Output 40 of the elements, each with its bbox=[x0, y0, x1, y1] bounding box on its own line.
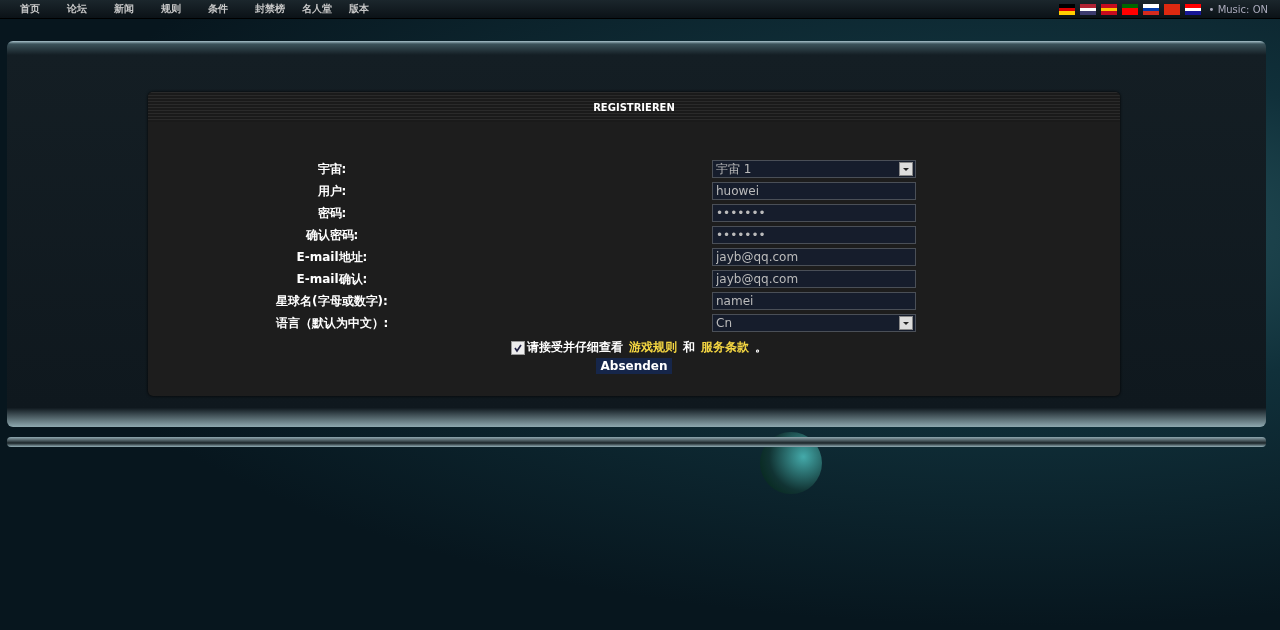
flag-icon[interactable] bbox=[1100, 3, 1117, 15]
field-label: 确认密码: bbox=[304, 226, 360, 244]
terms-link[interactable]: 服务条款 bbox=[701, 339, 749, 356]
input-field[interactable]: jayb@qq.com bbox=[712, 248, 916, 266]
nav-link[interactable]: 论坛 bbox=[67, 2, 114, 16]
flag-icon[interactable] bbox=[1184, 3, 1201, 15]
dropdown[interactable]: 宇宙 1 bbox=[712, 160, 916, 178]
nav-link[interactable]: 规则 bbox=[161, 2, 208, 16]
flag-icon[interactable] bbox=[1058, 3, 1075, 15]
field-label: 密码: bbox=[316, 204, 348, 222]
input-field[interactable]: huowei bbox=[712, 182, 916, 200]
terms-text: 。 bbox=[755, 339, 767, 356]
form-title: REGISTRIEREN bbox=[593, 101, 675, 113]
nav-link[interactable]: 封禁榜 bbox=[255, 2, 302, 16]
nav-link[interactable]: 首页 bbox=[20, 2, 67, 16]
terms-checkbox[interactable] bbox=[511, 340, 525, 355]
nav-link[interactable]: 版本 bbox=[349, 2, 396, 16]
field-label: 星球名(字母或数字): bbox=[275, 292, 389, 310]
field-label: 宇宙: bbox=[316, 160, 348, 178]
terms-text: 和 bbox=[683, 339, 695, 356]
terms-text: 请接受并仔细查看 bbox=[527, 339, 623, 356]
input-field[interactable]: jayb@qq.com bbox=[712, 270, 916, 288]
field-label: 用户: bbox=[316, 182, 348, 200]
field-label: E-mail确认: bbox=[295, 270, 369, 288]
flag-icon[interactable] bbox=[1142, 3, 1159, 15]
dropdown[interactable]: Cn bbox=[712, 314, 916, 332]
field-label: 语言（默认为中文）: bbox=[274, 314, 390, 332]
rules-link[interactable]: 游戏规则 bbox=[629, 339, 677, 356]
input-field[interactable]: namei bbox=[712, 292, 916, 310]
input-field[interactable]: ••••••• bbox=[712, 226, 916, 244]
nav-link[interactable]: 新闻 bbox=[114, 2, 161, 16]
field-label: E-mail地址: bbox=[295, 248, 369, 266]
nav-link[interactable]: 名人堂 bbox=[302, 2, 349, 16]
nav-link[interactable]: 条件 bbox=[208, 2, 255, 16]
music-toggle[interactable]: • Music: ON bbox=[1208, 3, 1268, 15]
caret-icon bbox=[899, 162, 913, 176]
input-field[interactable]: ••••••• bbox=[712, 204, 916, 222]
flag-icon[interactable] bbox=[1079, 3, 1096, 15]
submit-button[interactable]: Absenden bbox=[595, 358, 673, 374]
caret-icon bbox=[899, 316, 913, 330]
